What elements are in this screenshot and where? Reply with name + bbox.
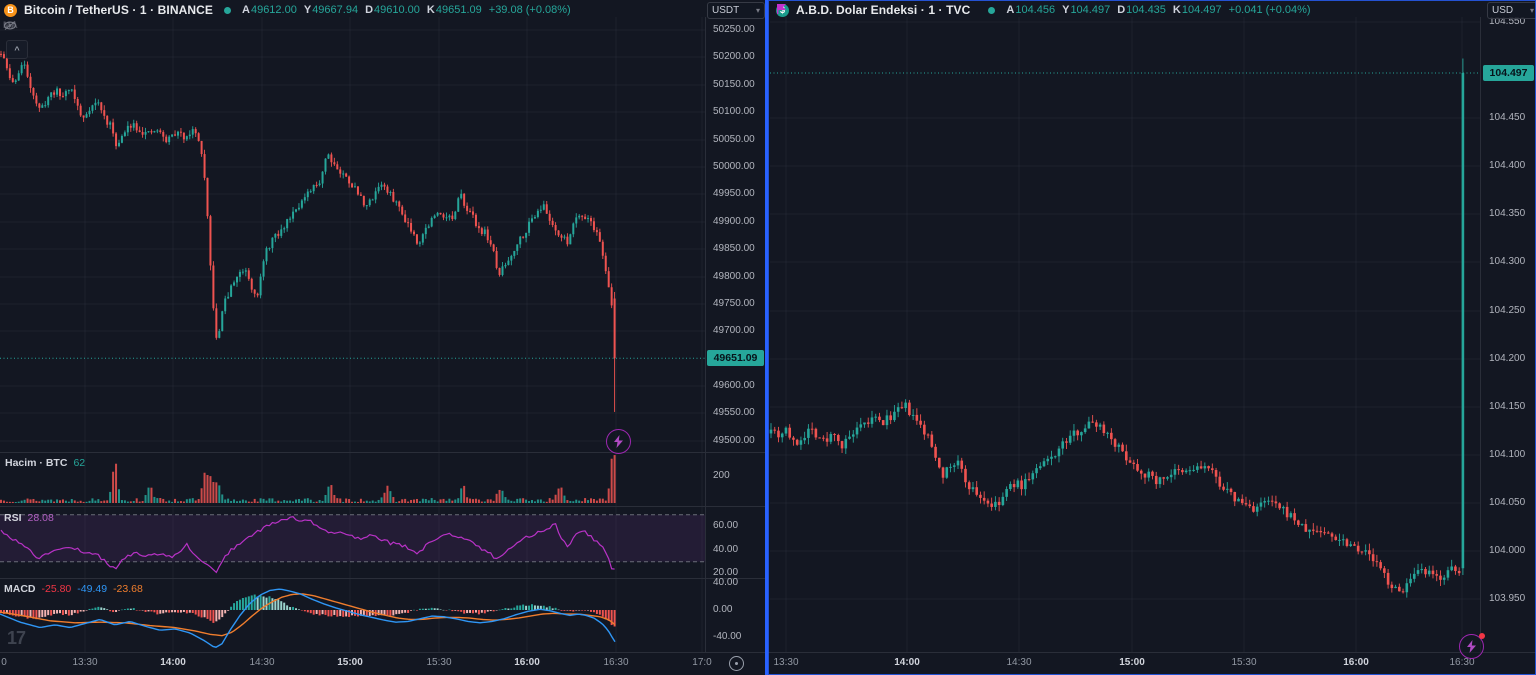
price-tick-label: 50150.00 — [713, 79, 755, 90]
time-tick-label: 15:30 — [1231, 657, 1256, 668]
bitcoin-logo-icon: B — [4, 4, 17, 17]
price-tick-label: 104.300 — [1489, 256, 1525, 267]
left-currency-dropdown[interactable]: USDT ▾ — [707, 2, 765, 19]
left-symbol-title[interactable]: Bitcoin / TetherUS · 1 · BINANCE — [24, 3, 213, 17]
market-status-icon — [988, 7, 995, 14]
quote-field: A104.456 — [1006, 4, 1055, 16]
chevron-down-icon: ▾ — [1530, 6, 1534, 15]
tradingview-watermark: 17 — [7, 628, 25, 649]
price-tick-label: 200 — [713, 470, 730, 481]
volume-value: 62 — [73, 457, 85, 469]
notification-dot — [1479, 633, 1485, 639]
quote-field: A49612.00 — [242, 4, 297, 16]
price-tick-label: 50000.00 — [713, 161, 755, 172]
right-time-axis[interactable]: 13:3014:0014:3015:0015:3016:0016:30 — [0, 652, 1536, 675]
price-tick-label: 104.350 — [1489, 208, 1525, 219]
left-indicator-row: MA — [3, 20, 26, 31]
quick-trade-lightning-button[interactable] — [1459, 634, 1484, 659]
price-tick-label: 60.00 — [713, 520, 738, 531]
panel-divider[interactable] — [765, 0, 768, 675]
price-tick-label: 50050.00 — [713, 134, 755, 145]
quick-trade-lightning-button[interactable] — [606, 429, 631, 454]
price-tick-label: 103.950 — [1489, 593, 1525, 604]
quote-field: K104.497 — [1173, 4, 1222, 16]
price-tick-label: 50200.00 — [713, 51, 755, 62]
rsi-pane-label: RSI 28.08 — [4, 512, 54, 524]
left-chart-header: B Bitcoin / TetherUS · 1 · BINANCE A4961… — [4, 3, 571, 17]
timezone-clock-icon[interactable] — [729, 656, 744, 671]
price-tick-label: 49500.00 — [713, 435, 755, 446]
right-chart-header: $ A.B.D. Dolar Endeksi · 1 · TVC A104.45… — [776, 3, 1311, 17]
time-tick-label: 16:00 — [1343, 657, 1369, 668]
left-price-axis[interactable]: 50250.00 50200.00 50150.00 50100.00 50050.00… — [706, 0, 768, 652]
price-tick-label: 49550.00 — [713, 407, 755, 418]
quote-field: Y104.497 — [1062, 4, 1110, 16]
time-tick-label: 14:30 — [1006, 657, 1031, 668]
right-last-price-chip: 104.497 — [1483, 65, 1534, 81]
quote-field: Y49667.94 — [304, 4, 358, 16]
price-tick-label: 49750.00 — [713, 298, 755, 309]
price-tick-label: 104.000 — [1489, 545, 1525, 556]
price-tick-label: 49950.00 — [713, 188, 755, 199]
price-tick-label: 104.050 — [1489, 497, 1525, 508]
price-tick-label: 0.00 — [713, 604, 732, 615]
price-tick-label: 49800.00 — [713, 271, 755, 282]
price-tick-label: 104.250 — [1489, 305, 1525, 316]
price-tick-label: 49700.00 — [713, 325, 755, 336]
rsi-label[interactable]: RSI — [4, 512, 22, 524]
price-tick-label: 40.00 — [713, 577, 738, 588]
time-tick-label: 14:00 — [894, 657, 920, 668]
rsi-value: 28.08 — [28, 512, 54, 524]
price-tick-label: 50250.00 — [713, 24, 755, 35]
right-price-axis[interactable]: 104.550104.450104.400104.350104.300104.2… — [1482, 0, 1536, 652]
price-tick-label: 49850.00 — [713, 243, 755, 254]
price-tick-label: 49900.00 — [713, 216, 755, 227]
price-tick-label: -40.00 — [713, 631, 741, 642]
volume-label[interactable]: Hacim · BTC — [5, 457, 67, 469]
right-ohlc-readout: A104.456 Y104.497 D104.435 K104.497 +0.041 (… — [1006, 4, 1310, 16]
price-tick-label: 40.00 — [713, 544, 738, 555]
macd-pane-label: MACD -25.80 -49.49 -23.68 — [4, 583, 143, 595]
quote-field: K49651.09 — [427, 4, 482, 16]
price-tick-label: 49600.00 — [713, 380, 755, 391]
macd-hist-value: -25.80 — [42, 583, 72, 595]
quote-change: +0.041 (+0.04%) — [1229, 4, 1311, 16]
price-tick-label: 104.200 — [1489, 353, 1525, 364]
volume-pane-label: Hacim · BTC 62 — [5, 457, 85, 469]
price-tick-label: 104.450 — [1489, 112, 1525, 123]
right-currency-dropdown[interactable]: USD ▾ — [1487, 2, 1536, 19]
macd-line-value: -49.49 — [77, 583, 107, 595]
time-tick-label: 13:30 — [773, 657, 798, 668]
btc-chart-canvas[interactable] — [0, 0, 768, 675]
right-symbol-title[interactable]: A.B.D. Dolar Endeksi · 1 · TVC — [796, 3, 970, 17]
quote-change: +39.08 (+0.08%) — [489, 4, 571, 16]
left-ohlc-readout: A49612.00 Y49667.94 D49610.00 K49651.09 +39.… — [242, 4, 571, 16]
price-tick-label: 50100.00 — [713, 106, 755, 117]
market-status-icon — [224, 7, 231, 14]
chevron-down-icon: ▾ — [756, 6, 760, 15]
left-last-price-chip: 49651.09 — [707, 350, 764, 366]
macd-signal-value: -23.68 — [113, 583, 143, 595]
price-tick-label: 104.400 — [1489, 160, 1525, 171]
left-currency-label: USDT — [712, 5, 739, 16]
quote-field: D104.435 — [1117, 4, 1166, 16]
right-currency-label: USD — [1492, 5, 1513, 16]
tradingview-multichart: B Bitcoin / TetherUS · 1 · BINANCE A4961… — [0, 0, 1536, 675]
dxy-chart-canvas[interactable] — [768, 0, 1536, 675]
collapse-panes-button[interactable]: ^ — [6, 40, 28, 59]
quote-field: D49610.00 — [365, 4, 420, 16]
macd-label[interactable]: MACD — [4, 583, 36, 595]
price-tick-label: 104.150 — [1489, 401, 1525, 412]
time-tick-label: 15:00 — [1119, 657, 1145, 668]
price-tick-label: 104.100 — [1489, 449, 1525, 460]
